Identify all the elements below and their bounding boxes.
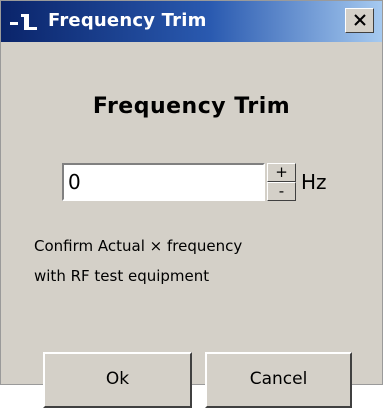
decrement-button[interactable]: -: [267, 182, 296, 201]
title-bar[interactable]: Frequency Trim: [1, 1, 382, 42]
increment-button[interactable]: +: [267, 163, 296, 182]
close-x-icon: [354, 14, 366, 26]
dialog-body: Frequency Trim + - Hz Confirm Actual × f…: [1, 42, 382, 408]
frequency-input[interactable]: [62, 163, 265, 201]
message-line-2: with RF test equipment: [34, 267, 210, 285]
frequency-spinner: + -: [267, 163, 296, 201]
instruction-message: Confirm Actual × frequency with RF test …: [34, 231, 354, 291]
message-line-1: Confirm Actual × frequency: [34, 237, 243, 255]
window-title: Frequency Trim: [48, 10, 207, 31]
ok-button[interactable]: Ok: [43, 352, 192, 408]
close-button[interactable]: [345, 8, 374, 33]
radio-app-icon: [10, 14, 40, 32]
cancel-button[interactable]: Cancel: [205, 352, 352, 408]
frequency-trim-dialog: Frequency Trim Frequency Trim + - Hz Con…: [0, 0, 383, 408]
unit-label: Hz: [301, 170, 327, 194]
dialog-heading: Frequency Trim: [92, 94, 291, 119]
